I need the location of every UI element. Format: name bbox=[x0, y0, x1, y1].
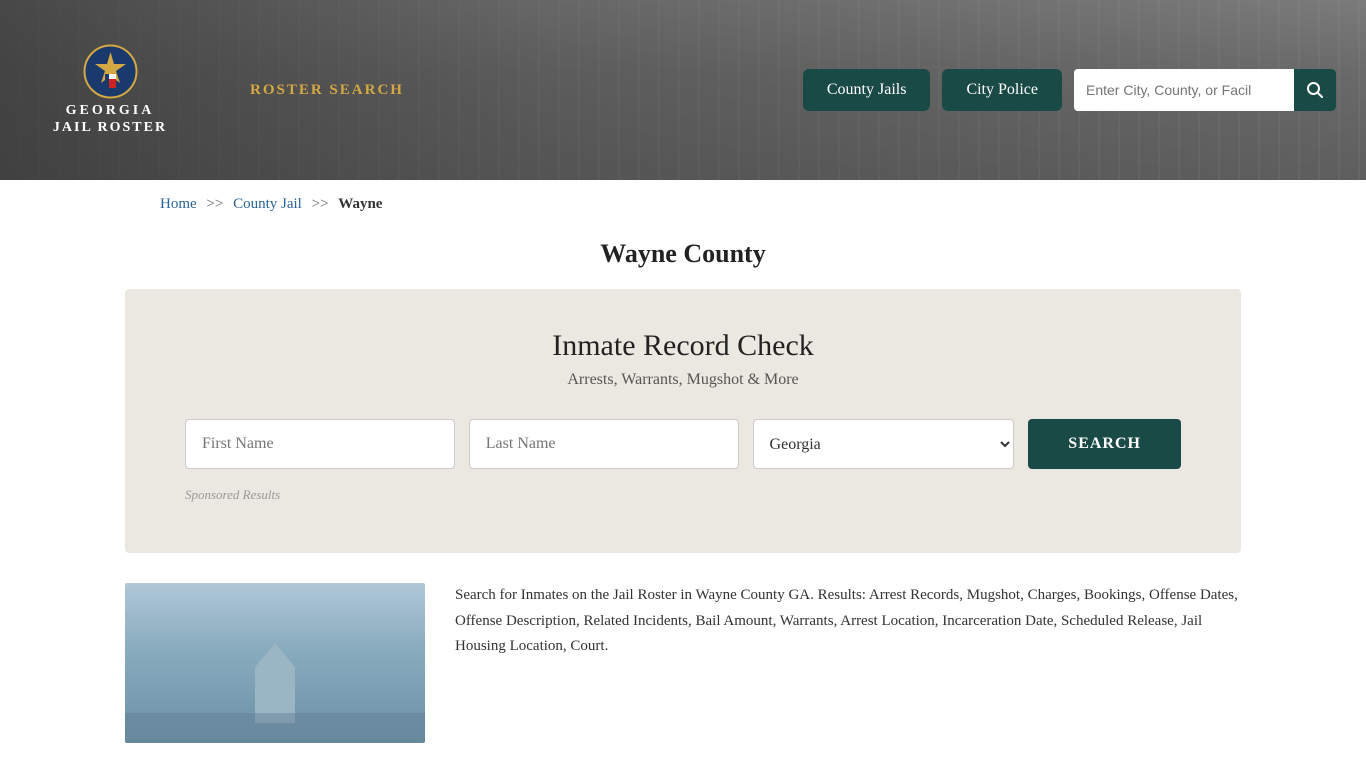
main-nav: ROSTER SEARCH bbox=[230, 81, 404, 99]
search-icon bbox=[1306, 81, 1324, 99]
breadcrumb-home[interactable]: Home bbox=[160, 196, 197, 212]
breadcrumb-current: Wayne bbox=[338, 196, 382, 212]
last-name-input[interactable] bbox=[469, 419, 739, 469]
header-search-bar bbox=[1074, 69, 1336, 111]
site-header: GEORGIA JAIL ROSTER ROSTER SEARCH County… bbox=[0, 0, 1366, 180]
header-search-input[interactable] bbox=[1074, 69, 1294, 111]
record-check-form: Georgia Alabama Florida Tennessee SEARCH bbox=[185, 419, 1181, 469]
county-description: Search for Inmates on the Jail Roster in… bbox=[455, 583, 1241, 660]
bottom-section: Search for Inmates on the Jail Roster in… bbox=[0, 553, 1366, 773]
county-jails-button[interactable]: County Jails bbox=[803, 69, 931, 111]
breadcrumb-sep1: >> bbox=[206, 196, 223, 212]
city-police-button[interactable]: City Police bbox=[942, 69, 1062, 111]
breadcrumb-county-jail[interactable]: County Jail bbox=[233, 196, 302, 212]
first-name-input[interactable] bbox=[185, 419, 455, 469]
roster-search-nav[interactable]: ROSTER SEARCH bbox=[250, 82, 404, 98]
breadcrumb-sep2: >> bbox=[312, 196, 329, 212]
record-search-button[interactable]: SEARCH bbox=[1028, 419, 1181, 469]
header-search-button[interactable] bbox=[1294, 69, 1336, 111]
sponsored-label: Sponsored Results bbox=[185, 487, 1181, 503]
site-logo[interactable]: GEORGIA JAIL ROSTER bbox=[30, 44, 190, 136]
page-title-section: Wayne County bbox=[0, 229, 1366, 289]
record-check-subtitle: Arrests, Warrants, Mugshot & More bbox=[185, 371, 1181, 389]
record-check-section: Inmate Record Check Arrests, Warrants, M… bbox=[125, 289, 1241, 553]
georgia-seal-icon bbox=[83, 44, 138, 99]
header-right: County Jails City Police bbox=[803, 69, 1336, 111]
county-image bbox=[125, 583, 425, 743]
state-select[interactable]: Georgia Alabama Florida Tennessee bbox=[753, 419, 1015, 469]
record-check-title: Inmate Record Check bbox=[185, 329, 1181, 363]
logo-title: GEORGIA bbox=[66, 103, 155, 120]
breadcrumb: Home >> County Jail >> Wayne bbox=[0, 180, 1366, 229]
page-title: Wayne County bbox=[0, 239, 1366, 269]
logo-subtitle: JAIL ROSTER bbox=[53, 120, 167, 136]
